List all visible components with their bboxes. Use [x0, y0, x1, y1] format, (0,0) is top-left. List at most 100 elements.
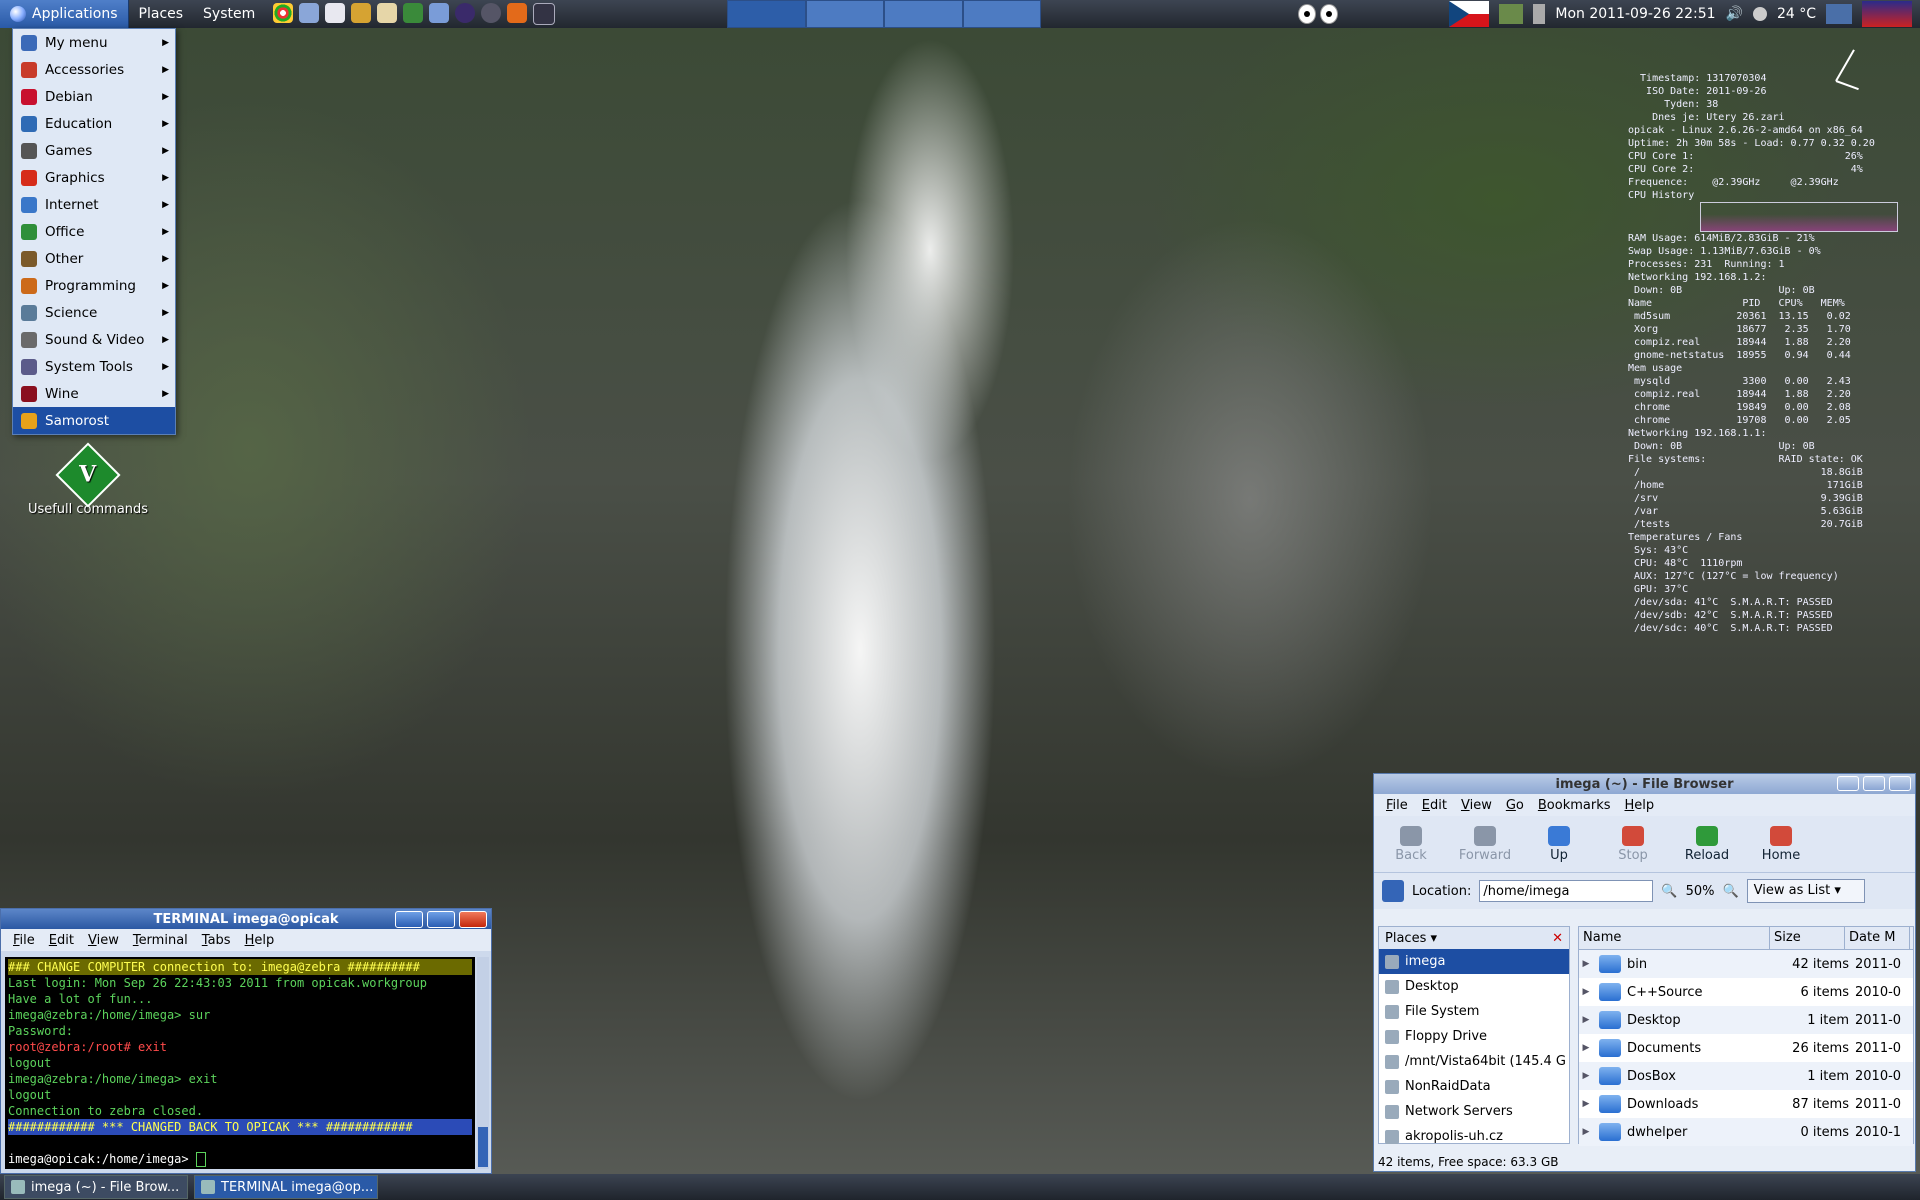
menu-item-graphics[interactable]: Graphics ▶ [13, 164, 175, 191]
expand-arrow-icon[interactable]: ▶ [1579, 959, 1593, 969]
menu-item-my-menu[interactable]: My menu ▶ [13, 29, 175, 56]
expand-arrow-icon[interactable]: ▶ [1579, 987, 1593, 997]
photo-launcher-icon[interactable] [507, 3, 528, 23]
menu-bookmarks[interactable]: Bookmarks [1538, 798, 1611, 813]
menu-go[interactable]: Go [1506, 798, 1524, 813]
menu-help[interactable]: Help [1625, 798, 1655, 813]
stop-button[interactable]: Stop [1596, 825, 1670, 863]
file-browser-titlebar[interactable]: imega (~) - File Browser [1374, 774, 1915, 794]
editor-launcher-icon[interactable] [377, 3, 398, 23]
file-row[interactable]: ▶ Downloads 87 items 2011-0 [1579, 1090, 1913, 1118]
menu-item-accessories[interactable]: Accessories ▶ [13, 56, 175, 83]
zoom-in-icon[interactable]: 🔍 [1722, 884, 1738, 899]
menu-item-debian[interactable]: Debian ▶ [13, 83, 175, 110]
menu-view[interactable]: View [1461, 798, 1492, 813]
minimize-button[interactable] [395, 911, 423, 928]
system-monitor-icon[interactable] [1499, 4, 1524, 24]
menu-view[interactable]: View [88, 933, 119, 948]
display-icon[interactable] [1826, 4, 1852, 24]
menu-file[interactable]: File [13, 933, 35, 948]
media-launcher-icon[interactable] [455, 3, 476, 23]
menu-terminal[interactable]: Terminal [133, 933, 188, 948]
file-row[interactable]: ▶ bin 42 items 2011-0 [1579, 950, 1913, 978]
system-menu[interactable]: System [193, 6, 265, 22]
terminal-launcher-icon[interactable] [533, 3, 556, 25]
home-button[interactable]: Home [1744, 825, 1818, 863]
place-item[interactable]: akropolis-uh.cz [1379, 1124, 1569, 1149]
places-menu[interactable]: Places [129, 6, 194, 22]
workspace-4[interactable] [962, 0, 1041, 28]
expand-arrow-icon[interactable]: ▶ [1579, 1043, 1593, 1053]
expand-arrow-icon[interactable]: ▶ [1579, 1015, 1593, 1025]
terminal-output[interactable]: ### CHANGE COMPUTER connection to: imega… [5, 957, 475, 1169]
workspace-1[interactable] [727, 0, 806, 28]
terminal-titlebar[interactable]: TERMINAL imega@opicak [1, 909, 491, 929]
menu-item-games[interactable]: Games ▶ [13, 137, 175, 164]
maximize-button[interactable] [427, 911, 455, 928]
minimize-button[interactable] [1837, 776, 1859, 791]
reload-button[interactable]: Reload [1670, 825, 1744, 863]
forward-button[interactable]: Forward [1448, 825, 1522, 863]
menu-item-education[interactable]: Education ▶ [13, 110, 175, 137]
workspace-2[interactable] [805, 0, 884, 28]
menu-help[interactable]: Help [245, 933, 275, 948]
place-item[interactable]: Floppy Drive [1379, 1024, 1569, 1049]
network-icon[interactable] [1533, 4, 1546, 24]
file-row[interactable]: ▶ DosBox 1 item 2010-0 [1579, 1062, 1913, 1090]
applications-menu-button[interactable]: Applications [0, 0, 129, 28]
close-button[interactable] [1889, 776, 1911, 791]
back-button[interactable]: Back [1374, 825, 1448, 863]
expand-arrow-icon[interactable]: ▶ [1579, 1099, 1593, 1109]
expand-arrow-icon[interactable]: ▶ [1579, 1127, 1593, 1137]
places-header[interactable]: Places ▾ [1385, 931, 1437, 946]
mail-launcher-icon[interactable] [325, 3, 346, 23]
maximize-button[interactable] [1863, 776, 1885, 791]
volume-icon[interactable]: 🔊 [1726, 6, 1743, 22]
up-button[interactable]: Up [1522, 825, 1596, 863]
menu-item-programming[interactable]: Programming ▶ [13, 272, 175, 299]
globe-launcher-icon[interactable] [299, 3, 320, 23]
terminal-scrollbar[interactable] [477, 957, 489, 1169]
workspace-3[interactable] [884, 0, 963, 28]
menu-item-samorost[interactable]: Samorost [13, 407, 175, 434]
file-row[interactable]: ▶ dwhelper 0 items 2010-1 [1579, 1118, 1913, 1146]
desktop-icon-usefull-commands[interactable]: V Usefull commands [26, 442, 150, 517]
clock-label[interactable]: Mon 2011-09-26 22:51 [1555, 6, 1715, 22]
zoom-out-icon[interactable]: 🔍 [1661, 884, 1677, 899]
menu-item-system-tools[interactable]: System Tools ▶ [13, 353, 175, 380]
expand-arrow-icon[interactable]: ▶ [1579, 1071, 1593, 1081]
network-launcher-icon[interactable] [481, 3, 502, 23]
menu-item-wine[interactable]: Wine ▶ [13, 380, 175, 407]
place-item[interactable]: imega [1379, 949, 1569, 974]
place-item[interactable]: File System [1379, 999, 1569, 1024]
menu-file[interactable]: File [1386, 798, 1408, 813]
terminal-window[interactable]: TERMINAL imega@opicak File Edit View Termin… [0, 908, 492, 1174]
place-item[interactable]: NonRaidData [1379, 1074, 1569, 1099]
column-size[interactable]: Size [1770, 927, 1845, 949]
scrollbar-thumb[interactable] [478, 1127, 488, 1167]
close-sidebar-icon[interactable]: ✕ [1552, 931, 1563, 946]
vim-launcher-icon[interactable] [403, 3, 424, 23]
menu-item-office[interactable]: Office ▶ [13, 218, 175, 245]
file-row[interactable]: ▶ Desktop 1 item 2011-0 [1579, 1006, 1913, 1034]
file-browser-window[interactable]: imega (~) - File Browser File Edit View Go B… [1373, 773, 1916, 1172]
column-name[interactable]: Name [1579, 927, 1770, 949]
place-item[interactable]: Network Servers [1379, 1099, 1569, 1124]
keyboard-layout-flag-icon[interactable] [1449, 1, 1490, 27]
location-input[interactable] [1479, 880, 1654, 902]
menu-item-science[interactable]: Science ▶ [13, 299, 175, 326]
taskbar-button[interactable]: imega (~) - File Brow... [4, 1175, 188, 1199]
toggle-location-icon[interactable] [1382, 880, 1404, 902]
file-row[interactable]: ▶ Documents 26 items 2011-0 [1579, 1034, 1913, 1062]
menu-item-sound-video[interactable]: Sound & Video ▶ [13, 326, 175, 353]
menu-tabs[interactable]: Tabs [202, 933, 231, 948]
menu-item-internet[interactable]: Internet ▶ [13, 191, 175, 218]
menu-item-other[interactable]: Other ▶ [13, 245, 175, 272]
cube-launcher-icon[interactable] [429, 3, 450, 23]
keys-launcher-icon[interactable] [351, 3, 372, 23]
taskbar-button[interactable]: TERMINAL imega@op... [194, 1175, 378, 1199]
file-row[interactable]: ▶ C++Source 6 items 2010-0 [1579, 978, 1913, 1006]
view-mode-select[interactable]: View as List ▾ [1746, 879, 1865, 903]
menu-edit[interactable]: Edit [1422, 798, 1447, 813]
close-button[interactable] [459, 911, 487, 928]
